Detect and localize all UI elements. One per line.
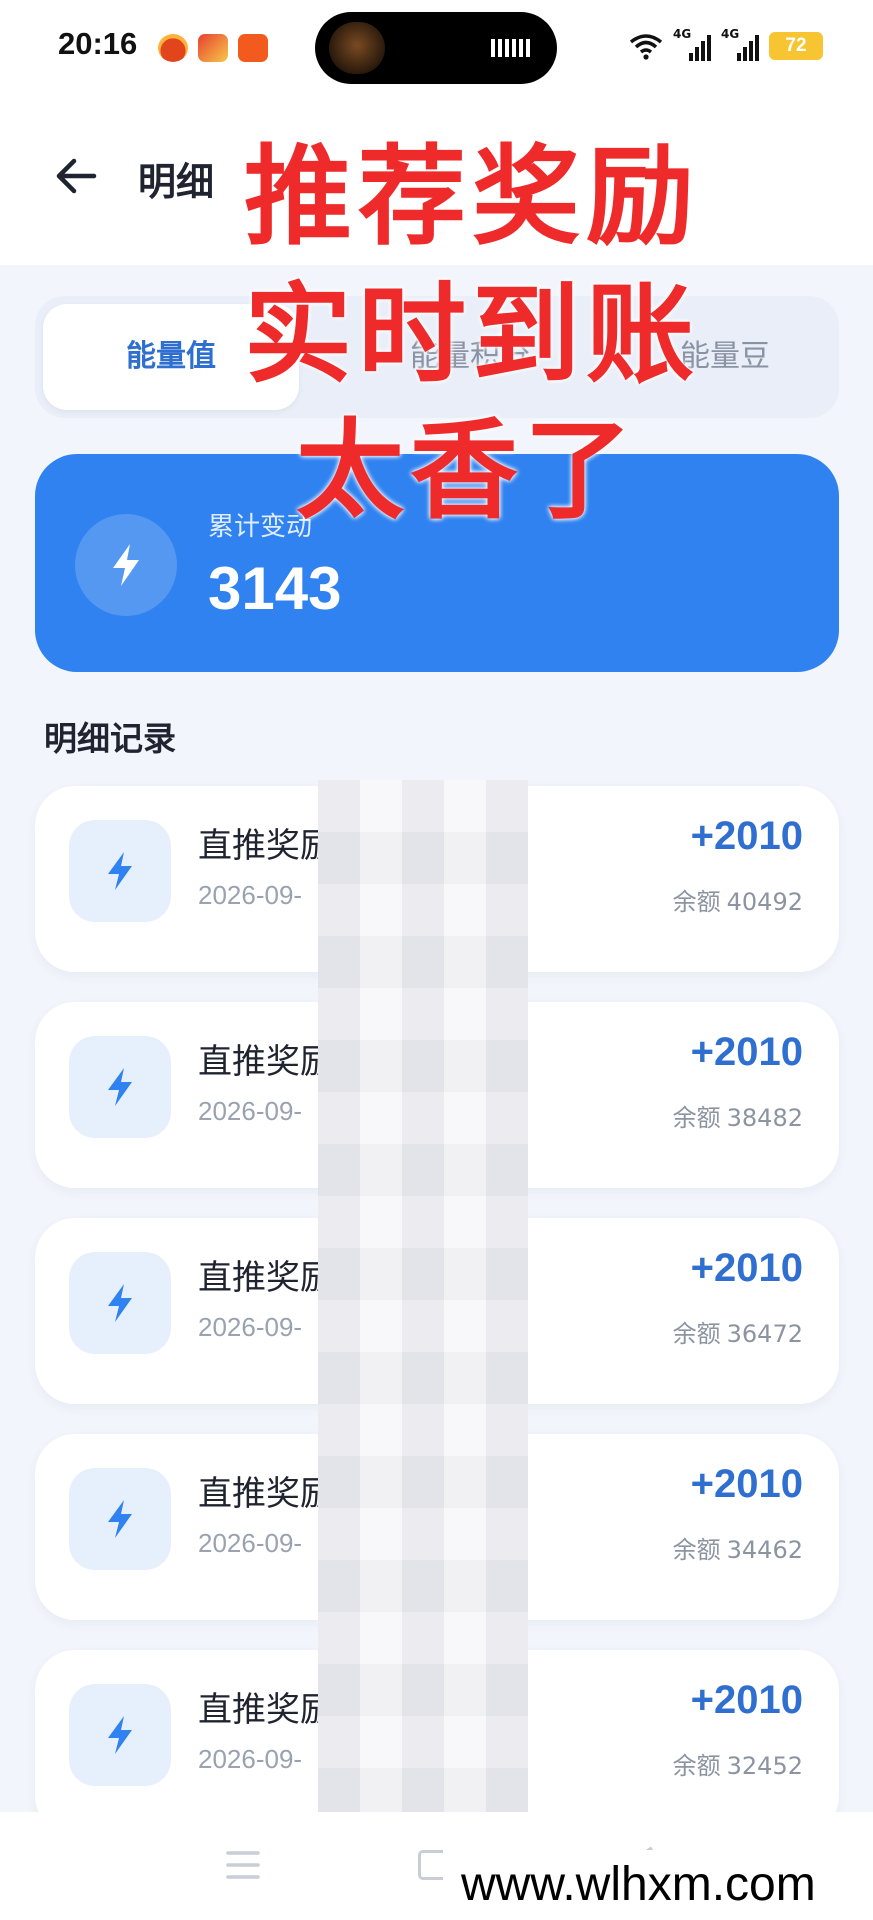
balance-value: 40492 — [726, 888, 803, 916]
lightning-icon — [69, 1684, 171, 1786]
dynamic-island — [315, 12, 557, 84]
record-title: 直推奖励 — [198, 1042, 334, 1082]
app-notification-icon — [198, 34, 228, 62]
record-date: 2026-09- — [198, 1096, 303, 1126]
lightning-icon — [75, 514, 177, 616]
record-balance: 余额 40492 — [673, 882, 803, 917]
balance-value: 32452 — [726, 1752, 803, 1780]
game-logo-icon — [329, 22, 385, 74]
status-indicators: 4G 4G 72 — [629, 26, 823, 66]
record-date: 2026-09- — [198, 1744, 303, 1774]
record-amount: +2010 — [690, 1678, 803, 1722]
record-balance: 余额 38482 — [673, 1098, 803, 1133]
record-date: 2026-09- — [198, 1312, 303, 1342]
record-title: 直推奖励 — [198, 1258, 334, 1298]
balance-label: 余额 — [672, 1752, 721, 1780]
record-date: 2026-09- — [198, 1528, 303, 1558]
audio-wave-icon — [491, 39, 533, 57]
cellular-signal-icon: 4G — [673, 27, 711, 61]
balance-value: 34462 — [726, 1536, 803, 1564]
app-notification-icon — [158, 34, 188, 62]
record-amount: +2010 — [690, 1246, 803, 1290]
signal-type-label: 4G — [721, 27, 740, 41]
balance-label: 余额 — [672, 1104, 721, 1132]
lightning-icon — [69, 1468, 171, 1570]
balance-value: 36472 — [726, 1320, 803, 1348]
battery-indicator: 72 — [769, 32, 823, 60]
balance-label: 余额 — [672, 888, 721, 916]
lightning-icon — [69, 1252, 171, 1354]
overlay-caption-line2: 实时到账 — [244, 273, 701, 398]
signal-type-label: 4G — [673, 27, 692, 41]
record-balance: 余额 32452 — [673, 1746, 803, 1781]
page-title: 明细 — [138, 160, 215, 204]
record-title: 直推奖励 — [198, 826, 334, 866]
record-amount: +2010 — [690, 1462, 803, 1506]
cellular-signal-icon: 4G — [721, 27, 759, 61]
menu-icon[interactable] — [224, 1848, 262, 1882]
wifi-icon — [629, 32, 663, 60]
status-time: 20:16 — [58, 26, 138, 61]
balance-value: 38482 — [726, 1104, 803, 1132]
lightning-icon — [69, 1036, 171, 1138]
record-balance: 余额 36472 — [673, 1314, 803, 1349]
back-arrow-icon[interactable] — [54, 153, 100, 199]
balance-label: 余额 — [672, 1536, 721, 1564]
record-title: 直推奖励 — [198, 1690, 334, 1730]
balance-label: 余额 — [672, 1320, 721, 1348]
app-notification-icon — [238, 34, 268, 62]
record-balance: 余额 34462 — [673, 1530, 803, 1565]
record-title: 直推奖励 — [198, 1474, 334, 1514]
redaction-mosaic — [318, 780, 528, 1820]
site-watermark: www.wlhxm.com — [443, 1850, 873, 1920]
record-amount: +2010 — [690, 1030, 803, 1074]
overlay-caption-line3: 太香了 — [296, 409, 639, 534]
summary-value: 3143 — [208, 555, 342, 622]
overlay-caption-line1: 推荐奖励 — [244, 135, 701, 260]
record-date: 2026-09- — [198, 880, 303, 910]
section-title: 明细记录 — [44, 719, 176, 758]
record-amount: +2010 — [690, 814, 803, 858]
status-bar: 20:16 4G 4G 72 — [0, 0, 873, 95]
lightning-icon — [69, 820, 171, 922]
